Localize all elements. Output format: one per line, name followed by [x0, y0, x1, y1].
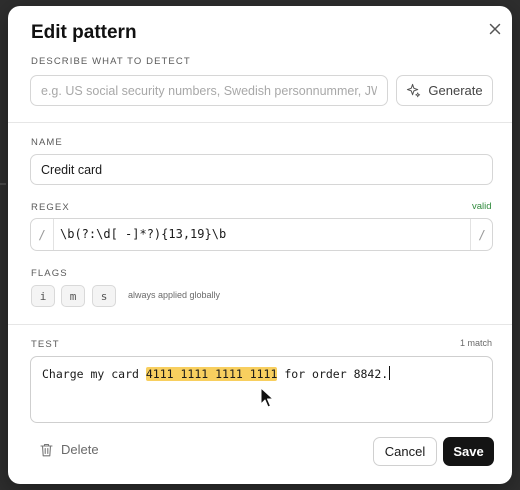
flag-i-toggle[interactable]: i — [31, 285, 55, 307]
generate-label: Generate — [428, 83, 483, 98]
test-text-after: for order 8842. — [277, 367, 389, 381]
describe-label: DESCRIBE WHAT TO DETECT — [31, 56, 191, 67]
regex-value[interactable]: \b(?:\d[ -]*?){13,19}\b — [60, 219, 226, 250]
flag-m-toggle[interactable]: m — [61, 285, 85, 307]
text-caret — [389, 366, 391, 380]
section-divider — [8, 122, 512, 123]
close-button[interactable] — [484, 18, 506, 40]
sparkle-icon — [407, 83, 421, 98]
regex-open-delimiter: / — [38, 227, 46, 242]
edit-pattern-dialog: Edit pattern DESCRIBE WHAT TO DETECT Gen… — [8, 6, 512, 484]
section-divider — [8, 324, 512, 325]
close-icon — [489, 23, 501, 35]
cancel-button[interactable]: Cancel — [373, 437, 437, 466]
trash-icon — [40, 443, 53, 456]
flag-s-toggle[interactable]: s — [92, 285, 116, 307]
dialog-title: Edit pattern — [31, 22, 137, 43]
name-label: NAME — [31, 137, 63, 148]
regex-input[interactable]: / \b(?:\d[ -]*?){13,19}\b / — [30, 218, 493, 251]
flags-label: FLAGS — [31, 268, 68, 279]
name-input[interactable] — [30, 154, 493, 185]
delete-label: Delete — [61, 442, 99, 457]
generate-button[interactable]: Generate — [396, 75, 493, 106]
background-fragment — [0, 183, 6, 185]
describe-input[interactable] — [30, 75, 388, 106]
flags-note: always applied globally — [128, 290, 221, 300]
mouse-pointer-icon — [260, 387, 274, 408]
test-match-highlight: 4111 1111 1111 1111 — [145, 367, 278, 381]
regex-label: REGEX — [31, 202, 70, 213]
regex-valid-status: valid — [472, 201, 492, 212]
regex-separator — [53, 219, 54, 250]
match-count: 1 match — [460, 338, 493, 348]
test-text-before: Charge my card — [42, 367, 146, 381]
regex-close-delimiter: / — [478, 227, 486, 242]
save-button[interactable]: Save — [443, 437, 494, 466]
delete-button[interactable]: Delete — [40, 442, 99, 457]
test-label: TEST — [31, 339, 60, 350]
